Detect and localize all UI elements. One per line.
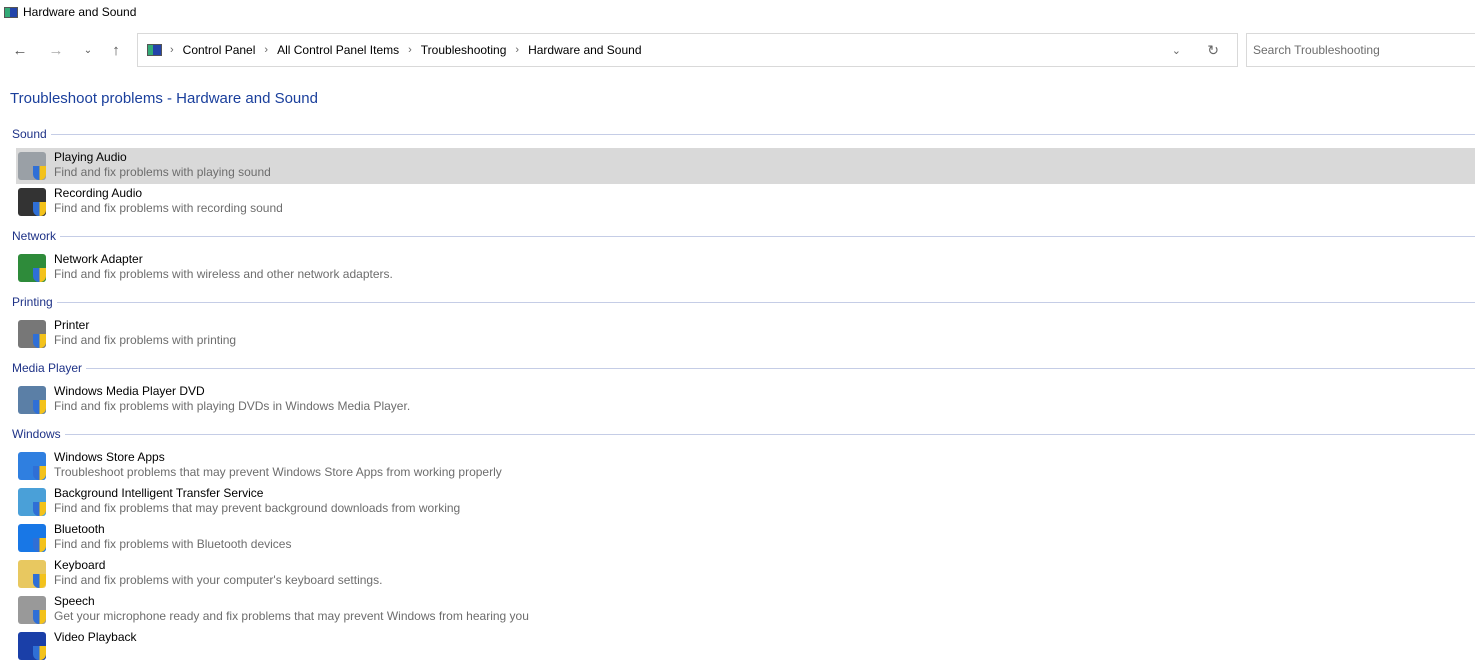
breadcrumb-all-items[interactable]: All Control Panel Items xyxy=(277,43,399,57)
troubleshooter-item[interactable]: Video Playback xyxy=(16,628,1475,664)
item-title[interactable]: Background Intelligent Transfer Service xyxy=(54,486,263,500)
shield-icon xyxy=(33,400,46,414)
speaker-icon xyxy=(18,152,46,180)
search-input[interactable]: Search Troubleshooting xyxy=(1246,33,1475,67)
troubleshooter-item[interactable]: Keyboard Find and fix problems with your… xyxy=(16,556,1475,592)
speech-icon xyxy=(18,596,46,624)
troubleshooter-item[interactable]: Bluetooth Find and fix problems with Blu… xyxy=(16,520,1475,556)
divider xyxy=(12,368,1475,369)
shield-icon xyxy=(33,502,46,516)
item-title[interactable]: Bluetooth xyxy=(54,522,105,536)
shield-icon xyxy=(33,646,46,660)
item-description: Find and fix problems with Bluetooth dev… xyxy=(54,537,292,551)
keyboard-icon xyxy=(18,560,46,588)
item-title[interactable]: Speech xyxy=(54,594,95,608)
group-label: Printing xyxy=(12,295,57,309)
item-title[interactable]: Recording Audio xyxy=(54,186,142,200)
group-label: Media Player xyxy=(12,361,87,375)
item-description: Find and fix problems with recording sou… xyxy=(54,201,283,215)
shield-icon xyxy=(33,466,46,480)
item-title[interactable]: Keyboard xyxy=(54,558,105,572)
troubleshooter-item[interactable]: Network Adapter Find and fix problems wi… xyxy=(16,250,1475,286)
store-icon xyxy=(18,452,46,480)
item-description: Troubleshoot problems that may prevent W… xyxy=(54,465,502,479)
troubleshooter-item[interactable]: Background Intelligent Transfer Service … xyxy=(16,484,1475,520)
microphone-icon xyxy=(18,188,46,216)
search-placeholder: Search Troubleshooting xyxy=(1253,43,1380,57)
forward-button[interactable]: → xyxy=(44,33,68,67)
navigation-bar: ← → ⌄ ↑ › Control Panel › All Control Pa… xyxy=(0,33,1475,67)
shield-icon xyxy=(33,166,46,180)
group-label: Network xyxy=(12,229,61,243)
chevron-right-icon: › xyxy=(264,44,269,56)
shield-icon xyxy=(33,538,46,552)
bluetooth-icon xyxy=(18,524,46,552)
refresh-icon[interactable]: ↻ xyxy=(1207,42,1219,59)
item-title[interactable]: Playing Audio xyxy=(54,150,127,164)
back-button[interactable]: ← xyxy=(8,33,32,67)
group-label: Windows xyxy=(12,427,65,441)
dvd-icon xyxy=(18,386,46,414)
item-description: Get your microphone ready and fix proble… xyxy=(54,609,529,623)
item-description: Find and fix problems with playing DVDs … xyxy=(54,399,411,413)
transfer-icon xyxy=(18,488,46,516)
control-panel-icon xyxy=(4,6,18,18)
group-label: Sound xyxy=(12,127,51,141)
troubleshooter-item[interactable]: Printer Find and fix problems with print… xyxy=(16,316,1475,352)
recent-locations-button[interactable]: ⌄ xyxy=(76,33,100,67)
printer-icon xyxy=(18,320,46,348)
troubleshooter-list: Sound Playing Audio Find and fix problem… xyxy=(0,118,1475,664)
troubleshooter-item[interactable]: Speech Get your microphone ready and fix… xyxy=(16,592,1475,628)
chevron-right-icon: › xyxy=(515,44,520,56)
shield-icon xyxy=(33,268,46,282)
chevron-right-icon: › xyxy=(408,44,412,56)
divider xyxy=(12,302,1475,303)
divider xyxy=(12,434,1475,435)
page-title: Troubleshoot problems - Hardware and Sou… xyxy=(10,90,318,107)
troubleshooter-item[interactable]: Playing Audio Find and fix problems with… xyxy=(16,148,1475,184)
shield-icon xyxy=(33,334,46,348)
troubleshooter-item[interactable]: Windows Store Apps Troubleshoot problems… xyxy=(16,448,1475,484)
shield-icon xyxy=(33,610,46,624)
group-header: Sound xyxy=(0,118,1475,148)
window-title: Hardware and Sound xyxy=(23,5,137,19)
item-title[interactable]: Printer xyxy=(54,318,89,332)
divider xyxy=(12,236,1475,237)
up-button[interactable]: ↑ xyxy=(104,33,128,67)
item-title[interactable]: Video Playback xyxy=(54,630,137,644)
item-title[interactable]: Windows Media Player DVD xyxy=(54,384,205,398)
shield-icon xyxy=(33,202,46,216)
troubleshooter-item[interactable]: Windows Media Player DVD Find and fix pr… xyxy=(16,382,1475,418)
item-description: Find and fix problems with wireless and … xyxy=(54,267,393,281)
breadcrumb-control-panel[interactable]: Control Panel xyxy=(183,43,256,57)
item-description: Find and fix problems that may prevent b… xyxy=(54,501,461,515)
group-header: Media Player xyxy=(0,352,1475,382)
network-adapter-icon xyxy=(18,254,46,282)
item-description: Find and fix problems with printing xyxy=(54,333,237,347)
address-bar[interactable]: › Control Panel › All Control Panel Item… xyxy=(137,33,1238,67)
group-header: Printing xyxy=(0,286,1475,316)
item-description: Find and fix problems with your computer… xyxy=(54,573,383,587)
breadcrumb-troubleshooting[interactable]: Troubleshooting xyxy=(421,43,507,57)
item-description: Find and fix problems with playing sound xyxy=(54,165,271,179)
item-title[interactable]: Network Adapter xyxy=(54,252,143,266)
chevron-right-icon: › xyxy=(170,44,174,56)
item-title[interactable]: Windows Store Apps xyxy=(54,450,165,464)
troubleshooter-item[interactable]: Recording Audio Find and fix problems wi… xyxy=(16,184,1475,220)
title-bar: Hardware and Sound xyxy=(0,0,1475,24)
breadcrumb-hardware-sound[interactable]: Hardware and Sound xyxy=(528,43,641,57)
video-playback-icon xyxy=(18,632,46,660)
group-header: Windows xyxy=(0,418,1475,448)
group-header: Network xyxy=(0,220,1475,250)
control-panel-icon xyxy=(147,44,162,56)
chevron-down-icon[interactable]: ⌄ xyxy=(1172,44,1181,57)
shield-icon xyxy=(33,574,46,588)
divider xyxy=(12,134,1475,135)
